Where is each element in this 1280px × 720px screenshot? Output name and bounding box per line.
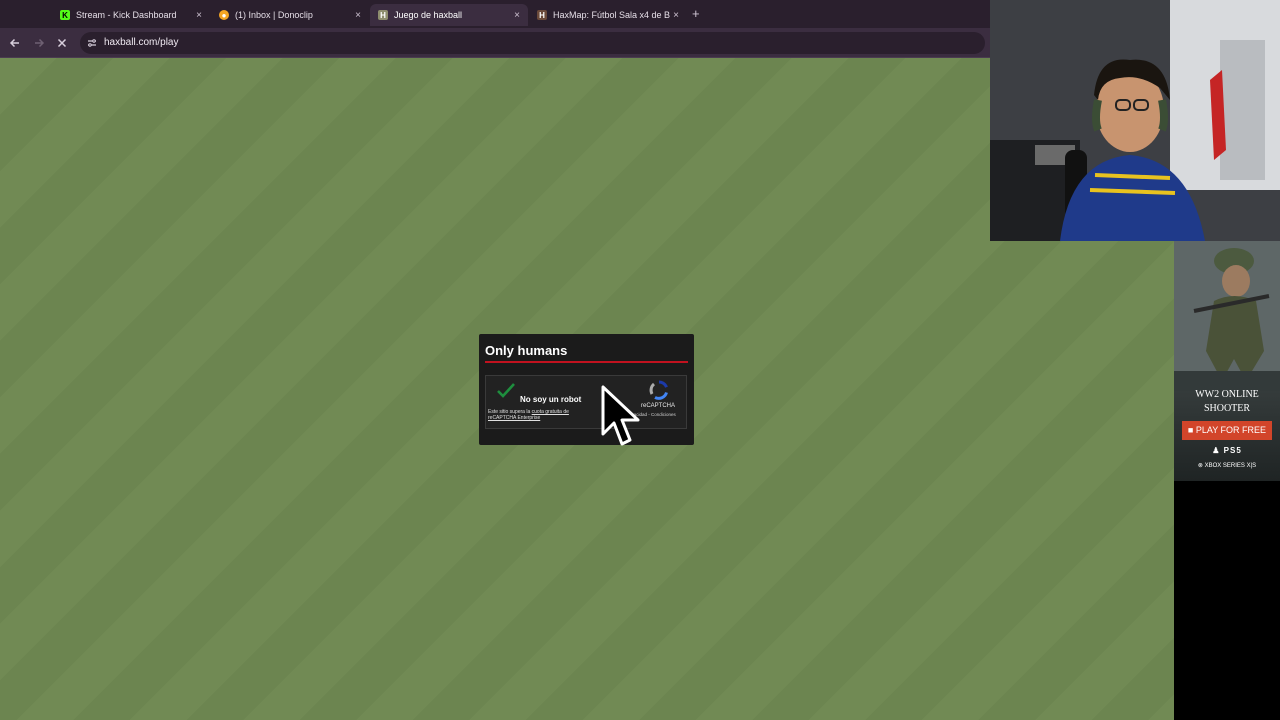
ad-banner[interactable]: WW2 ONLINE SHOOTER ■ PLAY FOR FREE ♟ PS5… (1174, 241, 1280, 481)
xbox-label: XBOX SERIES X|S (1204, 463, 1257, 469)
tab-kick-dashboard[interactable]: K Stream - Kick Dashboard × (52, 4, 210, 26)
close-icon[interactable]: × (355, 10, 361, 21)
tab-haxmap[interactable]: H HaxMap: Fútbol Sala x4 de B × (529, 4, 687, 26)
xbox-badge: ⊗ XBOX SERIES X|S (1174, 462, 1280, 469)
haxmap-icon: H (537, 10, 547, 20)
playstation-icon: ♟ (1212, 446, 1221, 455)
ad-empty-area (1174, 481, 1280, 720)
play-for-free-button[interactable]: ■ PLAY FOR FREE (1182, 421, 1272, 440)
mouse-cursor-icon (601, 385, 640, 446)
new-tab-button[interactable]: + (692, 6, 700, 21)
streamer-webcam (990, 0, 1280, 241)
ad-headline-line-2: SHOOTER (1203, 403, 1251, 414)
ps5-label: PS5 (1223, 446, 1242, 455)
recaptcha-brand: reCAPTCHA (641, 403, 676, 409)
address-bar[interactable]: haxball.com/play (80, 32, 985, 54)
webcam-feed-image (990, 0, 1280, 241)
xbox-icon: ⊗ (1197, 463, 1203, 469)
tab-juego-de-haxball[interactable]: H Juego de haxball × (370, 4, 528, 26)
checkmark-icon[interactable] (496, 382, 516, 400)
ad-headline-line-1: WW2 ONLINE (1195, 389, 1259, 400)
recaptcha-logo-icon (649, 380, 668, 400)
forward-arrow-icon (35, 38, 45, 48)
ps5-badge: ♟ PS5 (1174, 446, 1280, 455)
close-icon[interactable]: × (673, 10, 679, 21)
back-arrow-icon (9, 38, 19, 48)
soldier-image (1174, 241, 1280, 391)
tab-strip: K Stream - Kick Dashboard × ● (1) Inbox … (0, 0, 990, 28)
captcha-dialog: Only humans No soy un robot Este sitio s… (479, 334, 694, 445)
haxball-icon: H (378, 10, 388, 20)
windows-icon: ■ (1187, 425, 1194, 435)
site-settings-icon[interactable] (87, 38, 97, 48)
forward-button[interactable] (31, 35, 47, 51)
recaptcha-widget: No soy un robot Este sitio supera la cuo… (485, 375, 687, 429)
close-icon[interactable]: × (514, 10, 520, 21)
browser-toolbar: haxball.com/play (0, 28, 990, 58)
play-for-free-label: PLAY FOR FREE (1195, 425, 1267, 435)
recaptcha-notice: Este sitio supera la cuota gratuita de r… (488, 409, 598, 421)
kick-icon: K (60, 10, 70, 20)
close-icon[interactable]: × (196, 10, 202, 21)
recaptcha-checkbox-label[interactable]: No soy un robot (520, 395, 581, 404)
tab-label: (1) Inbox | Donoclip (235, 10, 313, 20)
url-text: haxball.com/play (104, 37, 179, 48)
tab-label: Juego de haxball (394, 10, 463, 20)
donoclip-icon: ● (219, 10, 229, 20)
ad-headline: WW2 ONLINE SHOOTER (1174, 388, 1280, 416)
tab-label: HaxMap: Fútbol Sala x4 de B (553, 10, 671, 20)
dialog-title: Only humans (485, 343, 568, 358)
title-divider (485, 361, 688, 363)
stop-loading-button[interactable] (54, 35, 70, 51)
back-button[interactable] (7, 35, 23, 51)
close-icon (57, 38, 67, 48)
tab-donoclip-inbox[interactable]: ● (1) Inbox | Donoclip × (211, 4, 369, 26)
tab-label: Stream - Kick Dashboard (76, 10, 177, 20)
